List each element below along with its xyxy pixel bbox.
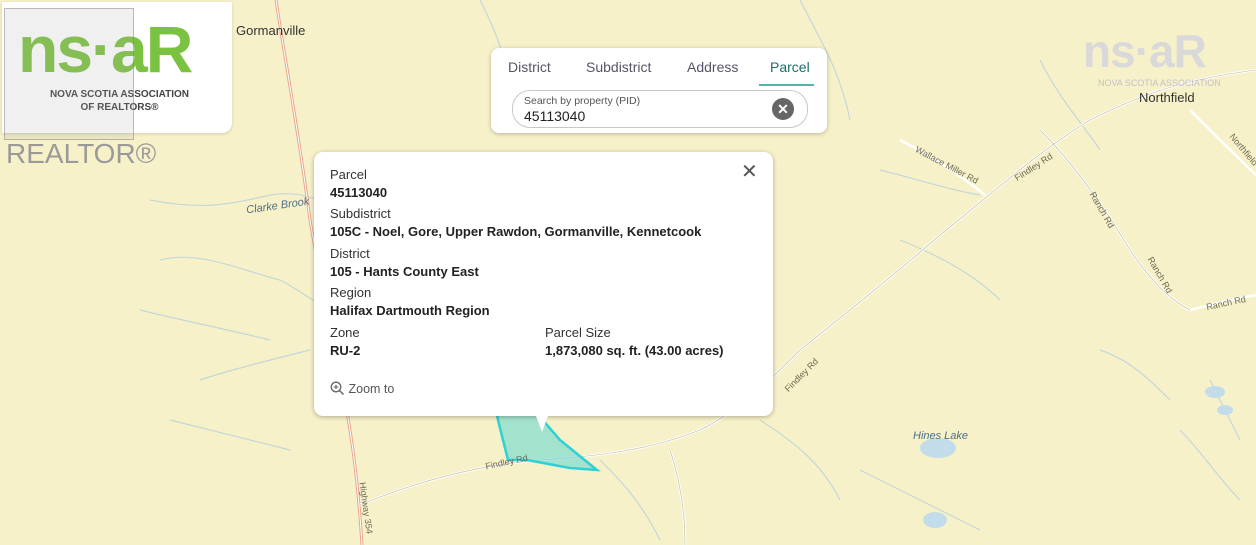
- search-panel: District Subdistrict Address Parcel Sear…: [491, 48, 827, 133]
- search-placeholder: Search by property (PID): [524, 95, 641, 107]
- zoom-in-icon: [330, 381, 345, 396]
- tab-subdistrict[interactable]: Subdistrict: [586, 58, 651, 84]
- region-label: Region: [330, 285, 372, 300]
- tab-district[interactable]: District: [508, 58, 551, 84]
- tab-parcel[interactable]: Parcel: [759, 58, 814, 86]
- search-input[interactable]: Search by property (PID) 45113040 ✕: [512, 90, 808, 128]
- popup-pointer: [533, 408, 551, 432]
- place-label-northfield: Northfield: [1139, 90, 1195, 105]
- watermark-logo: ns·aR: [1083, 25, 1207, 77]
- place-label-gormanville: Gormanville: [236, 23, 306, 38]
- district-label: District: [330, 246, 370, 261]
- subdistrict-label: Subdistrict: [330, 206, 391, 221]
- region-value: Halifax Dartmouth Region: [330, 303, 490, 318]
- tab-address[interactable]: Address: [687, 58, 738, 84]
- watermark-assoc-text: NOVA SCOTIA ASSOCIATION: [1098, 78, 1221, 88]
- zone-value: RU-2: [330, 343, 361, 358]
- district-value: 105 - Hants County East: [330, 264, 479, 279]
- clear-search-icon[interactable]: ✕: [772, 98, 794, 120]
- realtor-logo-icon: [4, 8, 134, 140]
- parcel-label: Parcel: [330, 167, 367, 182]
- zoom-to-link[interactable]: Zoom to: [330, 381, 394, 396]
- zone-label: Zone: [330, 325, 360, 340]
- search-value[interactable]: 45113040: [524, 108, 585, 124]
- parcel-size-value: 1,873,080 sq. ft. (43.00 acres): [545, 343, 724, 358]
- zoom-to-label: Zoom to: [348, 382, 395, 396]
- realtor-logo-text: REALTOR®: [6, 138, 157, 169]
- water-label-hines-lake: Hines Lake: [913, 430, 969, 442]
- parcel-info-popup: ✕ Parcel 45113040 Subdistrict 105C - Noe…: [314, 152, 773, 432]
- parcel-size-label: Parcel Size: [545, 325, 611, 340]
- subdistrict-value: 105C - Noel, Gore, Upper Rawdon, Gormanv…: [330, 224, 702, 239]
- parcel-value: 45113040: [330, 185, 388, 200]
- close-popup-icon[interactable]: ✕: [741, 162, 758, 182]
